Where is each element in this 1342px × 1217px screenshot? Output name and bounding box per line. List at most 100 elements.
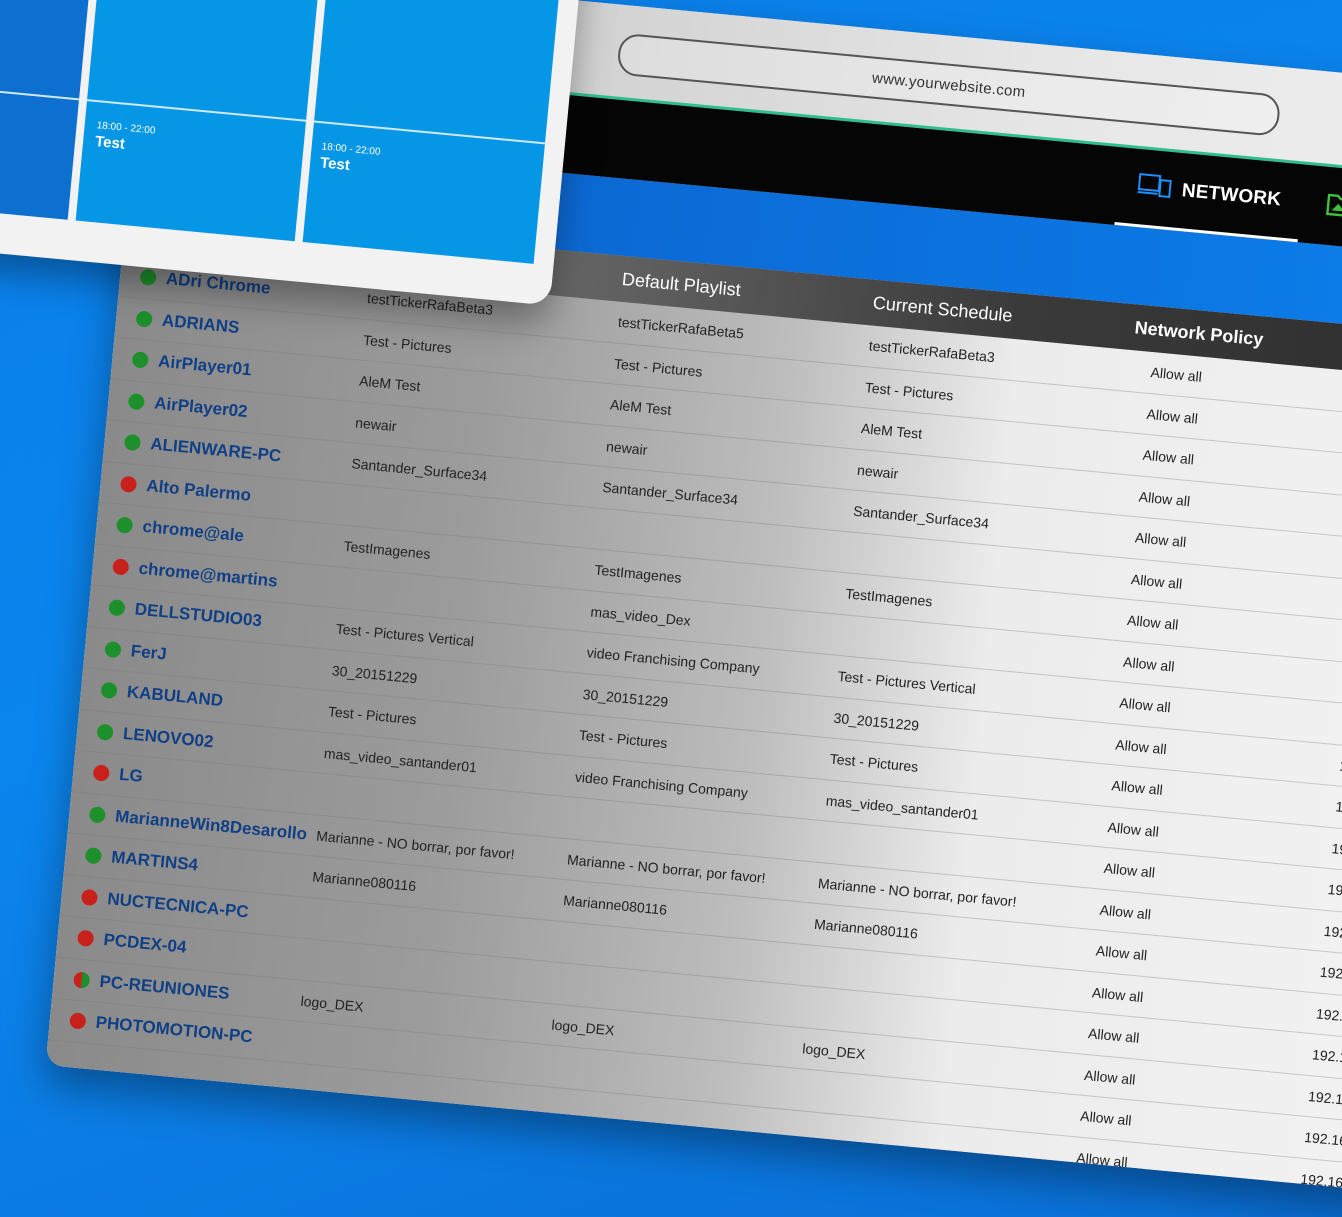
- network-policy-cell: Allow all: [1146, 405, 1199, 427]
- status-indicator: [123, 433, 142, 452]
- ip-address-cell: 192.168.1.: [1311, 1046, 1342, 1069]
- player-name-cell[interactable]: Alto Palermo: [119, 473, 252, 505]
- ip-address-cell: 192.168.1.1: [1307, 1087, 1342, 1111]
- ip-address-cell: 192.168.1: [1315, 1004, 1342, 1027]
- nav-media[interactable]: M: [1308, 166, 1342, 252]
- player-name-cell[interactable]: AirPlayer01: [131, 349, 252, 380]
- nav-network-label: NETWORK: [1180, 179, 1283, 210]
- current-schedule-cell: AleM Test: [860, 420, 923, 442]
- default-playlist-cell: 30_20151229: [582, 685, 669, 710]
- ip-address-cell: 192.168.: [1319, 963, 1342, 985]
- default-playlist-cell: Santander_Surface34: [601, 478, 739, 508]
- ip-address-cell: 192.168.1.2: [1303, 1128, 1342, 1152]
- header-network-policy[interactable]: Network Policy: [1134, 317, 1264, 350]
- network-policy-cell: Allow all: [1126, 611, 1180, 633]
- player-name-cell[interactable]: PCDEX-04: [76, 928, 188, 958]
- player-name-cell[interactable]: MARTINS4: [84, 845, 199, 876]
- network-policy-cell: Allow all: [1110, 777, 1164, 798]
- status-indicator: [108, 599, 126, 617]
- calendar-event[interactable]: 18:00 - 22:00 Test: [94, 120, 155, 155]
- status-indicator: [65, 1052, 82, 1069]
- player-name-cell[interactable]: DELLSTUDIO03: [108, 597, 263, 631]
- network-policy-cell: Allow all: [1103, 859, 1156, 881]
- player-name: LENOVO02: [122, 723, 215, 751]
- network-policy-cell: Allow all: [1087, 1025, 1141, 1046]
- current-schedule-cell: testTickerRafaBeta3: [868, 337, 996, 366]
- default-playlist-cell: video Franchising Company: [574, 768, 749, 801]
- header-current-schedule[interactable]: Current Schedule: [872, 293, 1013, 327]
- address-text: www.yourwebsite.com: [871, 69, 1027, 101]
- status-indicator: [127, 392, 146, 410]
- player-name-cell[interactable]: KABULAND: [100, 680, 224, 711]
- ip-address-cell: 192.16: [1334, 798, 1342, 819]
- player-name: ALIENWARE-PC: [149, 434, 283, 466]
- player-name: Alto Palermo: [145, 475, 252, 505]
- player-name: MarianneWin8Desarollo: [114, 806, 308, 844]
- default-playlist-cell: AleM Test: [609, 396, 672, 419]
- players-table: ▲ --- ✎ Default Playlist Current Schedul…: [45, 208, 1342, 1207]
- network-policy-cell: Allow all: [1075, 1149, 1129, 1170]
- player-content-cell: Marianne - NO borrar, por favor!: [315, 827, 516, 862]
- player-name: DELLSTUDIO03: [133, 599, 263, 631]
- player-name-cell[interactable]: ALIENWARE-PC: [123, 432, 283, 467]
- network-policy-cell: Allow all: [1134, 529, 1187, 551]
- default-playlist-cell: TestImagenes: [593, 561, 683, 586]
- player-name-cell[interactable]: PC-REUNIONES: [73, 969, 230, 1004]
- player-name-cell[interactable]: LG: [92, 762, 144, 787]
- schedule-window: 18:00 - 22:00 Test 18:00 - 22:00 Test: [0, 0, 597, 306]
- player-content-cell: Test - Pictures Vertical: [335, 620, 475, 650]
- player-content-cell: 30_20151229: [331, 661, 419, 686]
- ip-address-cell: 192.168.1.1: [1299, 1170, 1342, 1194]
- status-indicator: [69, 1012, 87, 1030]
- player-name-cell[interactable]: chrome@martins: [112, 556, 279, 591]
- player-name-cell[interactable]: ADRIANS: [135, 308, 240, 338]
- player-name-cell[interactable]: FerJ: [104, 638, 168, 664]
- status-indicator: [88, 805, 107, 824]
- network-policy-cell: Allow all: [1099, 901, 1152, 922]
- current-schedule-cell: newair: [856, 461, 900, 482]
- network-policy-cell: Allow all: [1122, 653, 1176, 675]
- player-name: FerJ: [130, 640, 168, 664]
- player-name-cell[interactable]: PHOTOMOTION-PC: [69, 1010, 253, 1047]
- status-indicator: [119, 475, 138, 493]
- player-name-cell[interactable]: AirPlayer02: [127, 390, 248, 421]
- network-policy-cell: Allow all: [1138, 487, 1191, 509]
- player-name: chrome@martins: [137, 558, 279, 591]
- default-playlist-cell: Test - Pictures: [578, 726, 669, 752]
- network-policy-cell: Allow all: [1130, 570, 1184, 592]
- network-policy-cell: Allow all: [1091, 983, 1144, 1005]
- network-policy-cell: Allow all: [1095, 942, 1148, 964]
- player-name: ADRIANS: [161, 310, 241, 337]
- current-schedule-cell: Marianne080116: [813, 915, 919, 942]
- default-playlist-cell: Marianne080116: [562, 892, 668, 918]
- ip-address-cell: 192.16: [1327, 880, 1342, 901]
- player-content-cell: mas_video_santander01: [323, 744, 478, 775]
- player-content-cell: AleM Test: [358, 372, 422, 395]
- media-folder-icon: [1325, 190, 1342, 225]
- table-body: ADri Chrome testTickerRafaBeta3 testTick…: [45, 254, 1342, 1207]
- player-name-cell[interactable]: chrome@ale: [115, 514, 245, 546]
- default-playlist-cell: Test - Pictures: [613, 355, 704, 380]
- player-name-cell[interactable]: LENOVO02: [96, 721, 214, 752]
- player-name-cell[interactable]: NUCTECNICA-PC: [80, 886, 250, 922]
- status-indicator: [76, 929, 95, 948]
- default-playlist-cell: Marianne - NO borrar, por favor!: [566, 850, 767, 886]
- default-playlist-cell: logo_DEX: [550, 1016, 616, 1038]
- network-policy-cell: Allow all: [1149, 364, 1203, 385]
- player-content-cell: Test - Pictures: [327, 703, 418, 728]
- network-policy-cell: Allow all: [1114, 735, 1168, 757]
- network-policy-cell: Allow all: [1083, 1066, 1137, 1088]
- player-name-cell[interactable]: [65, 1052, 92, 1070]
- player-name: KABULAND: [126, 682, 224, 711]
- calendar-event[interactable]: 18:00 - 22:00 Test: [319, 141, 380, 176]
- current-schedule-cell: Test - Pictures: [864, 378, 955, 403]
- network-policy-cell: Allow all: [1118, 694, 1172, 716]
- status-indicator: [131, 351, 150, 369]
- status-indicator: [84, 846, 103, 865]
- header-default-playlist[interactable]: Default Playlist: [621, 269, 741, 301]
- player-name: PHOTOMOTION-PC: [94, 1012, 254, 1047]
- player-name: NUCTECNICA-PC: [106, 888, 250, 921]
- player-name: PCDEX-04: [102, 930, 188, 957]
- default-playlist-cell: mas_video_Dex: [589, 602, 692, 629]
- player-name: chrome@ale: [141, 516, 245, 546]
